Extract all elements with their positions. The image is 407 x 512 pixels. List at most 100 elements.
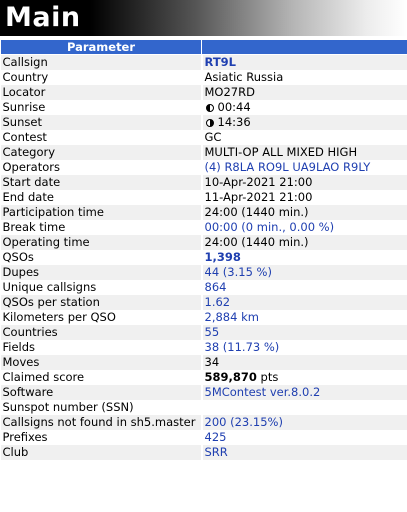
row-value-text: 864 [204,280,227,294]
parameter-table: Parameter Callsign RT9L Country Asiatic Rus… [0,39,407,460]
row-value[interactable]: RT9L [201,54,407,70]
table-row: Country Asiatic Russia [0,70,407,85]
column-header-parameter: Parameter [0,39,202,55]
row-label: Unique callsigns [0,280,203,295]
row-value[interactable]: 5MContest ver.8.0.2 [201,385,407,400]
row-label: Locator [0,85,203,100]
row-value-text: 55 [204,325,220,339]
row-value[interactable]: (4) R8LA RO9L UA9LAO R9LY [201,160,407,175]
row-label: Software [0,385,203,400]
page-title: Main [5,2,81,33]
table-row: Sunspot number (SSN) [0,400,407,415]
table-row: Operating time 24:00 (1440 min.) [0,235,407,250]
table-row: Contest GC [0,130,407,145]
row-value-text: 1,398 [204,250,241,264]
row-value[interactable]: 55 [201,325,407,340]
row-value: 00:44 [201,100,407,115]
row-label: Prefixes [0,430,203,445]
row-value-text: 1.62 [204,295,231,309]
row-value: 34 [201,355,407,370]
table-row: Moves 34 [0,355,407,370]
row-value-text: 00:44 [217,100,251,114]
row-value: 11-Apr-2021 21:00 [201,190,407,205]
row-label: Participation time [0,205,203,220]
table-row: QSOs per station 1.62 [0,295,407,310]
row-value: 10-Apr-2021 21:00 [201,175,407,190]
table-row: Unique callsigns 864 [0,280,407,295]
row-value[interactable]: 200 (23.15%) [201,415,407,430]
row-value[interactable]: 2,884 km [201,310,407,325]
row-value: MO27RD [201,85,407,100]
row-value: Asiatic Russia [201,70,407,85]
table-row: Kilometers per QSO 2,884 km [0,310,407,325]
row-value[interactable]: 1.62 [201,295,407,310]
table-row: Break time 00:00 (0 min., 0.00 %) [0,220,407,235]
row-value[interactable]: 44 (3.15 %) [201,265,407,280]
row-value-text: (4) R8LA RO9L UA9LAO R9LY [204,160,371,174]
row-value-text: 24:00 (1440 min.) [204,235,309,249]
row-value-text: MULTI-OP ALL MIXED HIGH [204,145,358,159]
row-value-text: 24:00 (1440 min.) [204,205,309,219]
row-value-unit: pts [256,370,279,384]
row-value-text: 200 (23.15%) [204,415,283,429]
row-value: 589,870 pts [201,370,407,385]
table-row: QSOs 1,398 [0,250,407,265]
row-value [201,400,407,415]
row-value[interactable]: 38 (11.73 %) [201,340,407,355]
row-value-text: 34 [204,355,220,369]
row-value[interactable]: SRR [201,445,407,460]
row-value[interactable]: 1,398 [201,250,407,265]
table-row: Sunrise 00:44 [0,100,407,115]
sunset-moon-icon [205,119,214,127]
row-label: Contest [0,130,203,145]
row-label: Operators [0,160,203,175]
row-value-text: MO27RD [204,85,255,99]
row-label: Callsigns not found in sh5.master [0,415,203,430]
row-label: Moves [0,355,203,370]
row-value-text: 44 (3.15 %) [204,265,272,279]
row-label: Fields [0,340,203,355]
table-row: Callsigns not found in sh5.master 200 (23… [0,415,407,430]
table-row: Category MULTI-OP ALL MIXED HIGH [0,145,407,160]
table-row: Dupes 44 (3.15 %) [0,265,407,280]
row-label: QSOs [0,250,203,265]
table-row: Start date 10-Apr-2021 21:00 [0,175,407,190]
column-header-value [201,39,407,55]
row-label: Claimed score [0,370,203,385]
row-label: Dupes [0,265,203,280]
row-label: Break time [0,220,203,235]
row-label: Operating time [0,235,203,250]
table-row: Operators (4) R8LA RO9L UA9LAO R9LY [0,160,407,175]
row-value-text: 38 (11.73 %) [204,340,280,354]
row-label: Club [0,445,203,460]
table-row: Prefixes 425 [0,430,407,445]
row-value-text: 00:00 (0 min., 0.00 %) [204,220,335,234]
row-value: 14:36 [201,115,407,130]
row-value-text: 14:36 [217,115,251,129]
row-label: End date [0,190,203,205]
row-label: Callsign [0,54,203,70]
table-row: Software 5MContest ver.8.0.2 [0,385,407,400]
row-value: 24:00 (1440 min.) [201,235,407,250]
row-value[interactable]: 864 [201,280,407,295]
table-row: Claimed score 589,870 pts [0,370,407,385]
row-value[interactable]: 425 [201,430,407,445]
table-row: End date 11-Apr-2021 21:00 [0,190,407,205]
row-label: Start date [0,175,203,190]
title-bar: Main [0,0,407,36]
row-value: MULTI-OP ALL MIXED HIGH [201,145,407,160]
row-label: Kilometers per QSO [0,310,203,325]
sunrise-moon-icon [205,104,214,112]
row-value: GC [201,130,407,145]
row-label: Country [0,70,203,85]
row-value-text: 10-Apr-2021 21:00 [204,175,313,189]
table-row: Club SRR [0,445,407,460]
row-value-text: 2,884 km [204,310,259,324]
row-value[interactable]: 00:00 (0 min., 0.00 %) [201,220,407,235]
table-row: Callsign RT9L [0,54,407,70]
table-row: Fields 38 (11.73 %) [0,340,407,355]
table-row: Sunset 14:36 [0,115,407,130]
row-value-text: Asiatic Russia [204,70,284,84]
row-label: Category [0,145,203,160]
row-label: Sunrise [0,100,203,115]
